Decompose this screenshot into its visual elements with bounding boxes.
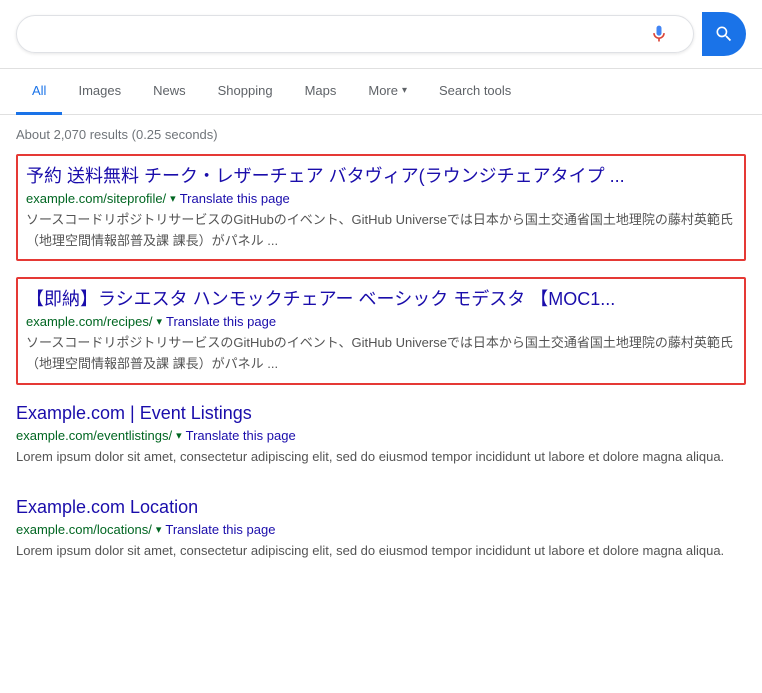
result-dropdown-arrow-4[interactable]: ▾ bbox=[156, 523, 162, 536]
result-url-2: example.com/recipes/ bbox=[26, 314, 152, 329]
result-snippet-2: ソースコードリポジトリサービスのGitHubのイベント、GitHub Unive… bbox=[26, 333, 736, 374]
results-container: 予約 送料無料 チーク・レザーチェア バタヴィア(ラウンジチェアタイプ ... … bbox=[0, 154, 762, 562]
result-url-row-2: example.com/recipes/ ▾ Translate this pa… bbox=[26, 314, 736, 329]
result-item-3: Example.com | Event Listings example.com… bbox=[16, 401, 746, 468]
result-title-1[interactable]: 予約 送料無料 チーク・レザーチェア バタヴィア(ラウンジチェアタイプ ... bbox=[26, 164, 736, 189]
result-snippet-3: Lorem ipsum dolor sit amet, consectetur … bbox=[16, 447, 746, 468]
result-item-2: 【即納】ラシエスタ ハンモックチェアー ベーシック モデスタ 【MOC1... … bbox=[16, 277, 746, 384]
result-url-row-1: example.com/siteprofile/ ▾ Translate thi… bbox=[26, 191, 736, 206]
tab-news[interactable]: News bbox=[137, 69, 202, 115]
tab-search-tools[interactable]: Search tools bbox=[423, 69, 527, 115]
result-title-4[interactable]: Example.com Location bbox=[16, 495, 746, 520]
results-info: About 2,070 results (0.25 seconds) bbox=[0, 115, 762, 154]
result-dropdown-arrow-3[interactable]: ▾ bbox=[176, 429, 182, 442]
result-snippet-1: ソースコードリポジトリサービスのGitHubのイベント、GitHub Unive… bbox=[26, 210, 736, 251]
result-snippet-4: Lorem ipsum dolor sit amet, consectetur … bbox=[16, 541, 746, 562]
result-url-row-3: example.com/eventlistings/ ▾ Translate t… bbox=[16, 428, 746, 443]
mic-button[interactable] bbox=[649, 24, 669, 44]
search-bar: site:example.com/ bbox=[0, 0, 762, 69]
result-translate-1[interactable]: Translate this page bbox=[180, 191, 290, 206]
tab-images[interactable]: Images bbox=[62, 69, 137, 115]
result-translate-2[interactable]: Translate this page bbox=[166, 314, 276, 329]
result-url-1: example.com/siteprofile/ bbox=[26, 191, 166, 206]
nav-tabs: All Images News Shopping Maps More ▾ Sea… bbox=[0, 69, 762, 115]
search-button[interactable] bbox=[702, 12, 746, 56]
result-translate-3[interactable]: Translate this page bbox=[186, 428, 296, 443]
mic-icon bbox=[649, 24, 669, 44]
result-dropdown-arrow-1[interactable]: ▾ bbox=[170, 192, 176, 205]
result-url-row-4: example.com/locations/ ▾ Translate this … bbox=[16, 522, 746, 537]
tab-more[interactable]: More ▾ bbox=[352, 69, 423, 115]
result-url-3: example.com/eventlistings/ bbox=[16, 428, 172, 443]
result-title-3[interactable]: Example.com | Event Listings bbox=[16, 401, 746, 426]
tab-shopping[interactable]: Shopping bbox=[202, 69, 289, 115]
result-url-4: example.com/locations/ bbox=[16, 522, 152, 537]
result-dropdown-arrow-2[interactable]: ▾ bbox=[156, 315, 162, 328]
result-title-2[interactable]: 【即納】ラシエスタ ハンモックチェアー ベーシック モデスタ 【MOC1... bbox=[26, 287, 736, 312]
tab-maps[interactable]: Maps bbox=[289, 69, 353, 115]
tab-all[interactable]: All bbox=[16, 69, 62, 115]
search-icon bbox=[714, 24, 734, 44]
result-translate-4[interactable]: Translate this page bbox=[165, 522, 275, 537]
chevron-down-icon: ▾ bbox=[402, 85, 407, 96]
result-item-1: 予約 送料無料 チーク・レザーチェア バタヴィア(ラウンジチェアタイプ ... … bbox=[16, 154, 746, 261]
search-input[interactable]: site:example.com/ bbox=[33, 25, 649, 43]
search-input-container: site:example.com/ bbox=[16, 15, 694, 53]
result-item-4: Example.com Location example.com/locatio… bbox=[16, 495, 746, 562]
